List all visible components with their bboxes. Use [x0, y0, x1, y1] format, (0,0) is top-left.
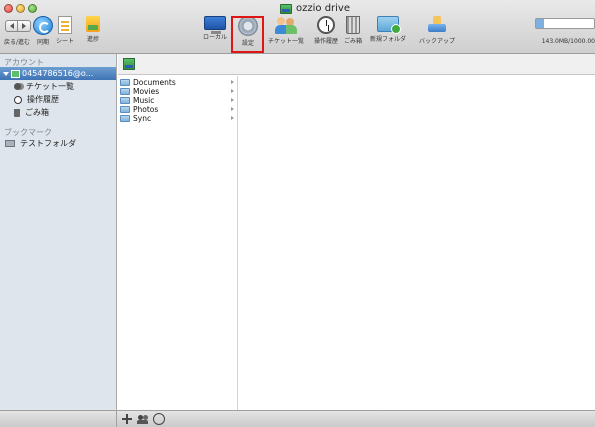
chevron-right-icon: [231, 89, 234, 93]
toolbar-history-button[interactable]: 操作履歴: [314, 16, 338, 45]
back-forward-label: 戻る/進む: [4, 39, 31, 46]
toolbar-progress-label: 進捗: [86, 36, 99, 43]
toolbar-trash-label: ごみ箱: [344, 38, 363, 45]
sidebar-item-label: チケット一覧: [26, 82, 74, 91]
sidebar-item-label: 操作履歴: [27, 95, 59, 104]
sidebar-item-label: テストフォルダ: [20, 139, 76, 148]
toolbar-new-folder-label: 新規フォルダ: [370, 36, 407, 43]
toolbar-sync-label: 同期: [36, 39, 49, 46]
toolbar-sheet-button[interactable]: シート: [56, 16, 74, 45]
folder-icon: [120, 106, 130, 113]
toolbar-backup-label: バックアップ: [419, 38, 456, 45]
toolbar-history-label: 操作履歴: [314, 38, 339, 45]
sidebar-item-ticket-list[interactable]: チケット一覧: [0, 80, 116, 93]
clock-icon: [14, 95, 22, 104]
folder-name: Movies: [133, 87, 160, 96]
chevron-right-icon: [231, 98, 234, 102]
close-window-button[interactable]: [4, 4, 13, 13]
add-icon[interactable]: [121, 413, 133, 425]
browser-column-2[interactable]: [239, 76, 595, 410]
bookmark-heading: ブックマーク: [4, 128, 52, 137]
app-icon: [280, 3, 292, 14]
window-title: ozzio drive: [280, 3, 350, 14]
path-bar: [118, 54, 595, 75]
folder-icon: [5, 140, 15, 147]
chevron-right-icon: [231, 80, 234, 84]
back-forward-control: [5, 20, 31, 32]
sidebar-account-selected[interactable]: 0454786516@o...: [0, 67, 116, 80]
account-heading: アカウント: [4, 58, 44, 67]
trash-icon: [14, 108, 20, 117]
sync-icon: [33, 16, 53, 35]
list-item[interactable]: Photos: [118, 105, 237, 114]
sheet-icon: [58, 16, 72, 34]
capacity-label: 143.0MB/1000.00: [541, 38, 595, 45]
sidebar-footer: [0, 411, 117, 427]
folder-icon: [120, 88, 130, 95]
zoom-window-button[interactable]: [28, 4, 37, 13]
list-item[interactable]: Music: [118, 96, 237, 105]
progress-icon: [86, 16, 100, 32]
drive-icon[interactable]: [123, 58, 135, 70]
browser-column-1[interactable]: Documents Movies Music Photos Sync: [118, 76, 238, 410]
sidebar: アカウント 0454786516@o... チケット一覧 操作履歴 ごみ箱 ブッ…: [0, 54, 117, 410]
account-name: 0454786516@o...: [22, 69, 94, 78]
monitor-icon: [204, 16, 226, 34]
clock-icon: [317, 16, 335, 34]
list-item[interactable]: Sync: [118, 114, 237, 123]
sidebar-item-test-folder[interactable]: テストフォルダ: [0, 137, 116, 150]
trash-icon: [346, 16, 360, 34]
ticket-icon: [14, 83, 21, 90]
forward-button[interactable]: [18, 20, 31, 32]
toolbar-backup-button[interactable]: バックアップ: [419, 16, 455, 45]
new-folder-icon: [377, 16, 401, 34]
toolbar-local-button[interactable]: ローカル: [203, 16, 227, 41]
toolbar-progress-button[interactable]: 進捗: [86, 16, 100, 43]
clock-icon[interactable]: [153, 413, 165, 425]
list-item[interactable]: Movies: [118, 87, 237, 96]
sidebar-item-trash[interactable]: ごみ箱: [0, 106, 116, 119]
folder-icon: [120, 97, 130, 104]
back-button[interactable]: [5, 20, 18, 32]
ticket-icon[interactable]: [137, 413, 149, 425]
toolbar-trash-button[interactable]: ごみ箱: [344, 16, 362, 45]
sidebar-item-label: ごみ箱: [25, 108, 49, 117]
folder-name: Documents: [133, 78, 176, 87]
chevron-right-icon: [231, 107, 234, 111]
folder-name: Music: [133, 96, 155, 105]
folder-name: Photos: [133, 105, 159, 114]
toolbar-ticket-list-label: チケット一覧: [268, 38, 305, 45]
settings-highlight-box: [231, 16, 264, 53]
toolbar-sync-button[interactable]: 同期: [33, 16, 53, 46]
capacity-meter: [535, 18, 595, 29]
capacity-meter-fill: [536, 19, 545, 28]
toolbar-new-folder-button[interactable]: 新規フォルダ: [370, 16, 406, 43]
minimize-window-button[interactable]: [16, 4, 25, 13]
users-icon: [275, 16, 297, 34]
disclosure-triangle-icon[interactable]: [3, 71, 9, 76]
toolbar-sheet-label: シート: [56, 38, 75, 45]
backup-icon: [427, 16, 447, 34]
chevron-right-icon: [231, 116, 234, 120]
drive-icon: [11, 69, 20, 78]
folder-icon: [120, 115, 130, 122]
bottom-bar: [0, 410, 595, 427]
window-title-text: ozzio drive: [296, 3, 350, 14]
window-toolbar: ozzio drive 戻る/進む 同期 シート 進捗 ローカル 設定 チケット…: [0, 0, 595, 54]
sidebar-item-history[interactable]: 操作履歴: [0, 93, 116, 106]
toolbar-ticket-list-button[interactable]: チケット一覧: [268, 16, 304, 45]
folder-icon: [120, 79, 130, 86]
chevron-left-icon: [9, 23, 14, 29]
chevron-right-icon: [22, 23, 26, 29]
folder-name: Sync: [133, 114, 152, 123]
list-item[interactable]: Documents: [118, 78, 237, 87]
